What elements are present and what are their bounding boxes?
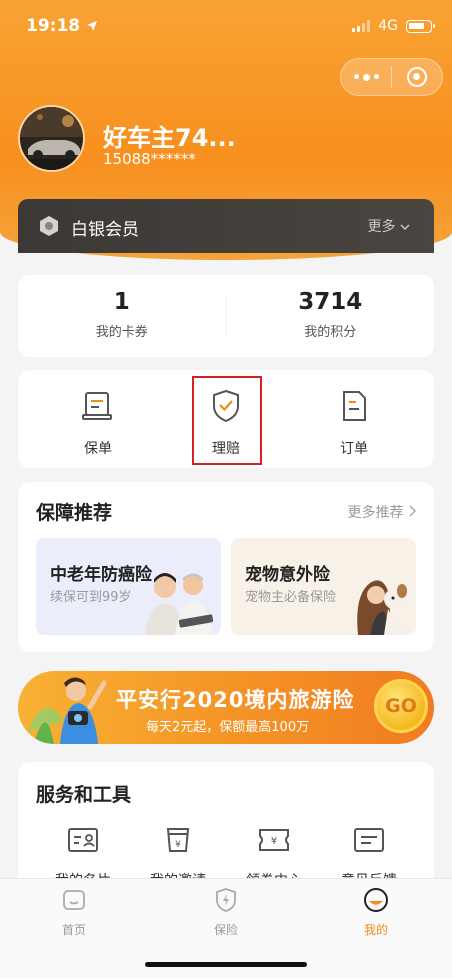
network-label: 4G [378,18,398,34]
home-icon [63,890,85,910]
stat-label: 我的积分 [304,325,357,340]
svg-text:¥: ¥ [175,840,181,850]
tab-label: 首页 [61,923,86,937]
user-name[interactable]: 好车主74... [103,118,236,153]
traveler-illustration [28,677,107,744]
stat-value: 1 [113,289,130,315]
quick-action-label: 订单 [340,441,368,457]
tools-title: 服务和工具 [36,784,132,806]
invite-cup-icon: ¥ [166,828,190,852]
recommend-item-sub: 宠物主必备保险 [245,590,337,605]
home-indicator [145,962,307,967]
travel-insurance-banner[interactable]: 平安行2020境内旅游险 每天2元起，保额最高100万 GO [18,671,434,744]
chevron-down-icon [400,224,410,231]
recommend-item-pet[interactable]: 宠物意外险 宠物主必备保险 [231,538,416,635]
recommend-item-cancer[interactable]: 中老年防癌险 续保可到99岁 [36,538,221,635]
membership-more-label: 更多 [367,219,396,235]
mini-program-capsule[interactable] [340,58,443,96]
stats-card: 1 我的卡券 3714 我的积分 [18,275,434,357]
recommend-more-link[interactable]: 更多推荐 [347,502,417,522]
tab-insurance[interactable]: 保险 [186,887,266,938]
quick-action-order[interactable]: 订单 [314,388,394,458]
quick-action-policy[interactable]: 保单 [58,388,138,458]
banner-title: 平安行2020境内旅游险 [116,688,355,712]
more-dots-icon[interactable] [341,73,391,81]
tab-mine[interactable]: 我的 [336,887,416,938]
status-time: 19:18 [26,16,98,36]
feedback-icon [354,828,384,852]
banner-go-button[interactable]: GO [374,679,428,733]
quick-action-label: 保单 [84,441,112,457]
recommend-card: 保障推荐 更多推荐 中老年防癌险 续保可到99岁 宠物意外险 宠物主必备保险 [18,482,434,652]
banner-subtitle: 每天2元起，保额最高100万 [146,720,310,735]
membership-level: 白银会员 [71,220,139,240]
user-phone: 15088****** [103,150,196,168]
target-circle-icon[interactable] [392,67,442,87]
recommend-more-label: 更多推荐 [347,505,404,521]
policy-document-icon [82,392,112,420]
chevron-right-icon [409,505,417,517]
profile-smile-icon [364,888,388,912]
avatar[interactable] [18,105,85,172]
recommend-item-name: 宠物意外险 [245,565,330,585]
stat-label: 我的卡券 [95,325,148,340]
signal-icon [352,20,371,32]
recommend-title: 保障推荐 [36,502,113,524]
tab-label: 我的 [363,923,388,937]
stat-coupons[interactable]: 1 我的卡券 [18,275,226,357]
insurance-shield-icon [216,888,236,912]
order-icon [343,391,366,421]
elderly-couple-image [145,573,214,635]
clock-text: 19:18 [26,16,81,36]
claim-highlight-box [192,376,262,465]
pet-owner-image [357,580,410,635]
business-card-icon [68,828,98,852]
recommend-item-name: 中老年防癌险 [50,565,152,585]
silver-badge-icon [40,216,58,236]
stat-value: 3714 [298,289,363,315]
battery-icon [406,19,435,33]
membership-bar[interactable]: 白银会员 更多 [18,199,434,253]
quick-actions-card: 保单 理赔 订单 [18,370,434,468]
svg-text:¥: ¥ [271,836,277,847]
tab-label: 保险 [213,923,238,937]
coupon-icon: ¥ [259,829,289,851]
stat-points[interactable]: 3714 我的积分 [227,275,435,357]
membership-more-link[interactable]: 更多 [368,216,410,236]
status-right: 4G [352,18,435,34]
tab-home[interactable]: 首页 [34,887,114,938]
location-arrow-icon [87,21,98,31]
recommend-item-sub: 续保可到99岁 [50,590,132,605]
status-bar: 19:18 4G [0,0,452,54]
